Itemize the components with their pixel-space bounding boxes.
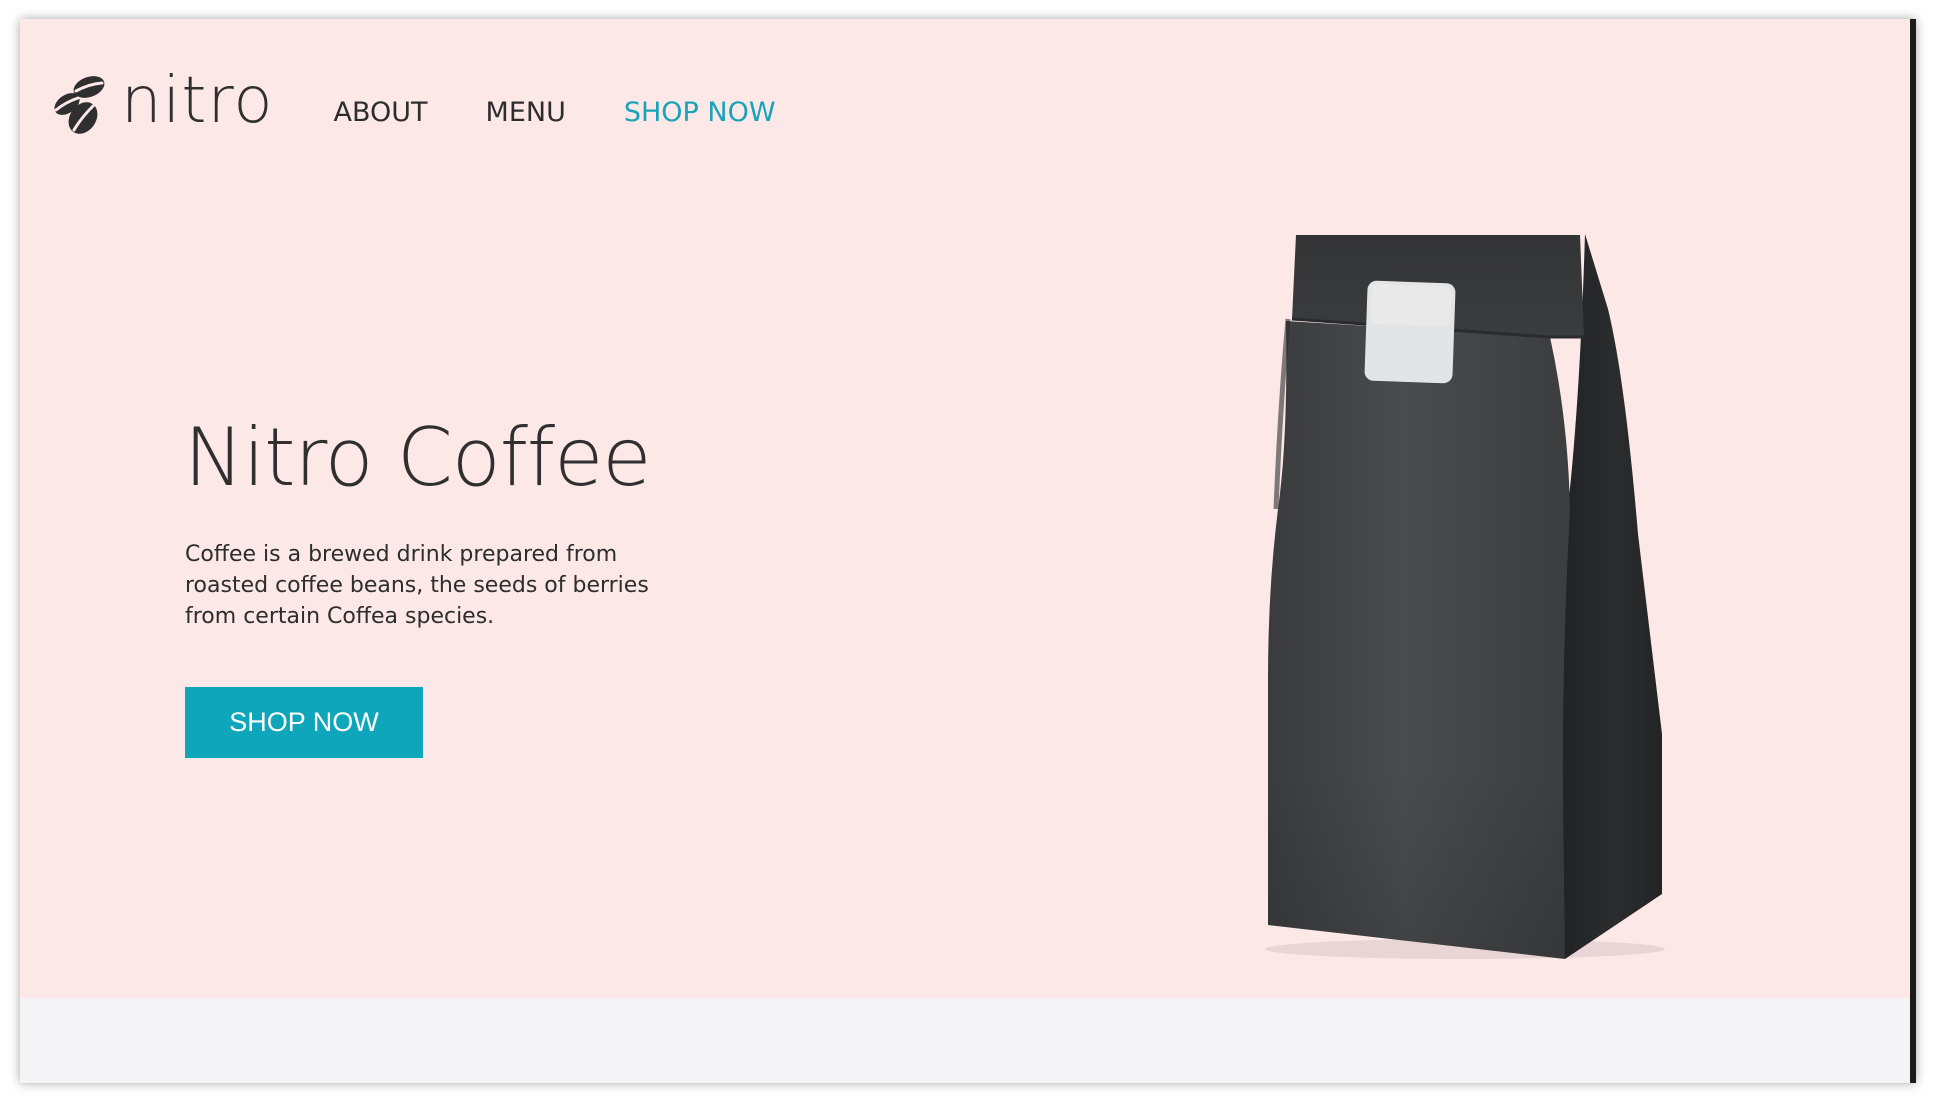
browser-viewport: nitro ABOUT MENU SHOP NOW Nitro Coffee C… — [20, 19, 1916, 1083]
coffee-beans-icon — [54, 76, 105, 134]
hero-section: nitro ABOUT MENU SHOP NOW Nitro Coffee C… — [20, 19, 1916, 998]
nav-link-about[interactable]: ABOUT — [334, 97, 428, 128]
nav-link-shop-now[interactable]: SHOP NOW — [624, 97, 776, 128]
nav-link-menu[interactable]: MENU — [486, 97, 566, 128]
nav-links: ABOUT MENU SHOP NOW — [334, 97, 834, 128]
logo-text: nitro — [121, 64, 274, 138]
logo[interactable]: nitro — [51, 64, 274, 142]
hero-title: Nitro Coffee — [184, 411, 652, 504]
shop-now-button[interactable]: SHOP NOW — [185, 687, 423, 758]
navbar: nitro ABOUT MENU SHOP NOW — [51, 60, 834, 150]
coffee-bag-image — [1265, 234, 1665, 959]
hero-description: Coffee is a brewed drink prepared from r… — [185, 542, 649, 629]
